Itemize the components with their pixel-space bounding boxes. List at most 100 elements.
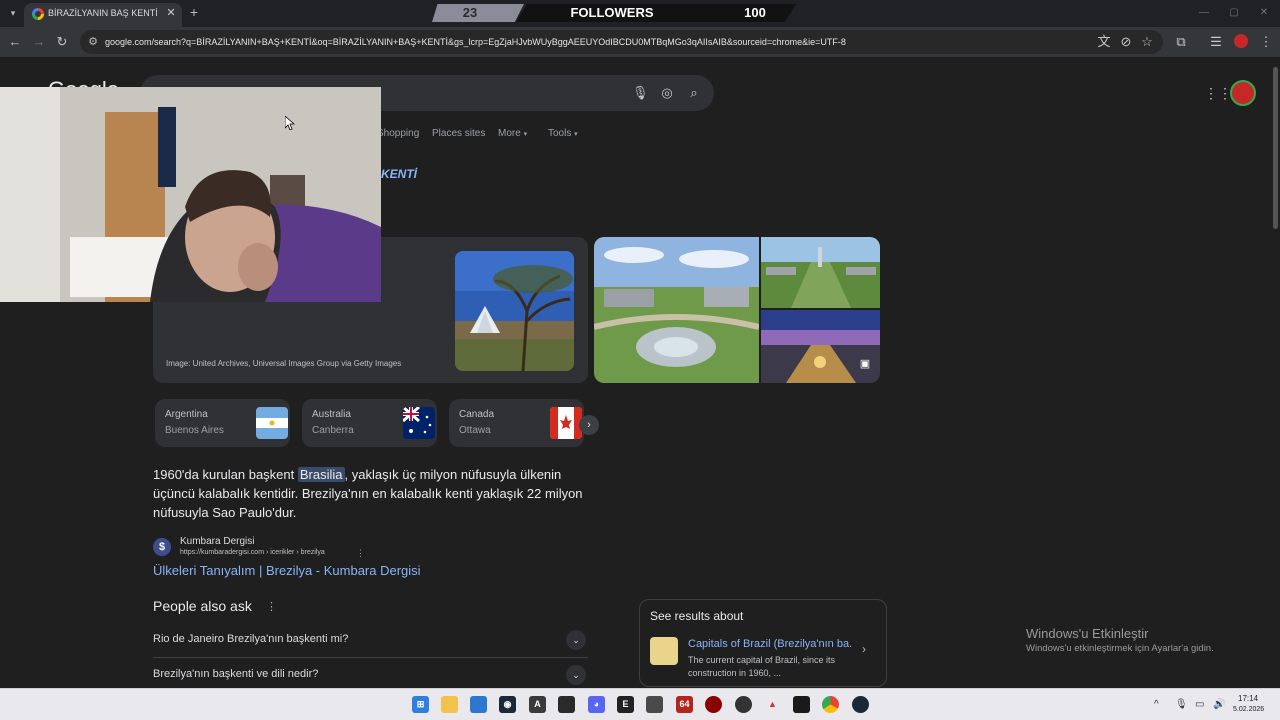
eye-off-icon[interactable]: ⊘ <box>1118 34 1134 50</box>
account-avatar[interactable] <box>1230 80 1256 106</box>
argentina-flag-icon <box>256 407 288 439</box>
chevron-down-icon: ▾ <box>523 131 528 138</box>
paa-question-row[interactable]: Rio de Janeiro Brezilya'nın başkenti mi?… <box>153 623 588 658</box>
reading-list-icon[interactable]: ☰ <box>1208 34 1224 50</box>
webcam-scene <box>0 87 381 302</box>
nvidia-icon[interactable] <box>558 696 575 713</box>
network-icon[interactable]: ▭ <box>1195 699 1204 710</box>
featured-snippet: 1960'da kurulan başkent Brasilia, yaklaş… <box>153 465 593 525</box>
people-also-ask-title: People also ask <box>153 598 252 614</box>
close-window-icon[interactable]: ✕ <box>1256 6 1272 20</box>
tab-shopping[interactable]: Shopping <box>377 127 419 141</box>
minimize-icon[interactable]: — <box>1196 6 1212 20</box>
aerial-illustration <box>594 237 759 383</box>
see-results-about-desc: The current capital of Brazil, since its… <box>688 655 836 678</box>
obs-icon[interactable] <box>735 696 752 713</box>
address-bar[interactable]: ⚙ google.com/search?q=BİRAZİLYANIN+BAŞ+K… <box>80 30 1163 54</box>
windows-activation-subtitle: Windows'u etkinleştirmek için Ayarlar'a … <box>1026 643 1214 654</box>
search-results-page: Google 🎙 ◎ ⌕ ⋮⋮ Shopping Places sites Mo… <box>0 57 1270 688</box>
chip-capital: Ottawa <box>459 425 491 436</box>
reload-icon[interactable]: ↻ <box>54 34 70 50</box>
paa-question: Brezilya'nın başkenti ve dili nedir? <box>153 668 319 680</box>
app-icon[interactable] <box>705 696 722 713</box>
brasilia-aerial-image[interactable] <box>594 237 759 383</box>
tab-close-icon[interactable]: ✕ <box>164 6 178 20</box>
steam-icon[interactable] <box>852 696 869 713</box>
paa-question-row[interactable]: Brezilya'nın başkenti ve dili nedir? ⌄ <box>153 658 588 688</box>
chrome-icon[interactable] <box>822 696 839 713</box>
country-chip-canada[interactable]: Canada Ottawa <box>449 399 584 447</box>
canada-flag-icon <box>550 407 582 439</box>
app-icon[interactable]: A <box>529 696 546 713</box>
mouse-cursor-icon <box>284 115 296 131</box>
back-arrow-icon[interactable]: ← <box>7 34 23 50</box>
forward-arrow-icon[interactable]: → <box>31 34 47 50</box>
lens-camera-icon[interactable]: ◎ <box>659 85 675 101</box>
more-vert-icon[interactable]: ⋮ <box>356 548 365 560</box>
more-vert-icon[interactable]: ⋮ <box>266 600 277 613</box>
url-text[interactable]: google.com/search?q=BİRAZİLYANIN+BAŞ+KEN… <box>105 35 1105 49</box>
app-64-icon[interactable]: 64 <box>676 696 693 713</box>
search-icon[interactable]: ⌕ <box>686 85 702 101</box>
tab-tools-label: Tools <box>548 128 572 139</box>
new-tab-plus-icon[interactable]: + <box>187 5 201 19</box>
clock-time[interactable]: 17:14 <box>1238 694 1258 703</box>
file-explorer-icon[interactable] <box>441 696 458 713</box>
discord-icon[interactable]: ◕ <box>588 696 605 713</box>
bookmark-star-icon[interactable]: ☆ <box>1139 34 1155 50</box>
profile-avatar[interactable] <box>1234 34 1248 48</box>
snippet-text-before: 1960'da kurulan başkent <box>153 467 298 482</box>
capcut-icon[interactable] <box>793 696 810 713</box>
steam-icon[interactable]: ◉ <box>499 696 516 713</box>
tab-more-label: More <box>498 128 521 139</box>
followers-goal-overlay: 23 FOLLOWERS 100 <box>432 4 798 22</box>
source-url[interactable]: https://kumbaradergisi.com › icerikler ›… <box>180 549 325 556</box>
source-favicon-icon: $ <box>153 538 171 556</box>
country-chip-australia[interactable]: Australia Canberra <box>302 399 437 447</box>
result-title-link[interactable]: Ülkeleri Tanıyalım | Brezilya - Kumbara … <box>153 563 421 578</box>
paa-question: Rio de Janeiro Brezilya'nın başkenti mi? <box>153 633 349 645</box>
epic-games-icon[interactable]: E <box>617 696 634 713</box>
chevron-right-icon[interactable]: › <box>579 415 599 435</box>
app-triangle-icon[interactable]: ▲ <box>764 696 781 713</box>
start-windows-icon[interactable]: ⊞ <box>412 696 429 713</box>
tray-chevron-up-icon[interactable]: ^ <box>1154 699 1159 710</box>
browser-toolbar: ← → ↻ ⚙ google.com/search?q=BİRAZİLYANIN… <box>0 27 1280 57</box>
more-images-icon[interactable]: ▣ <box>857 356 873 372</box>
cathedral-image[interactable] <box>455 251 574 371</box>
query-title: KENTİ <box>381 167 417 181</box>
windows-taskbar: ⊞ ◉ A ◕ E 64 ▲ ^ 🎙 ▭ 🔊 17:14 5.02.2026 <box>0 688 1280 720</box>
tab-tools[interactable]: Tools ▾ <box>548 127 578 141</box>
brasilia-axis-image[interactable] <box>761 237 880 308</box>
tab-list-chevron-down-icon[interactable]: ▾ <box>6 6 20 20</box>
brasilia-night-image[interactable]: ▣ <box>761 310 880 383</box>
tab-more[interactable]: More ▾ <box>498 127 527 141</box>
clock-date[interactable]: 5.02.2026 <box>1233 706 1264 713</box>
chip-capital: Buenos Aires <box>165 425 224 436</box>
google-apps-grid-icon[interactable]: ⋮⋮ <box>1204 84 1232 102</box>
scrollbar-thumb[interactable] <box>1273 67 1278 229</box>
chevron-right-icon[interactable]: › <box>862 642 866 656</box>
country-chip-argentina[interactable]: Argentina Buenos Aires <box>155 399 290 447</box>
extensions-icon[interactable]: ⧉ <box>1173 34 1189 50</box>
translate-icon[interactable]: 文 <box>1096 34 1112 50</box>
chevron-down-icon[interactable]: ⌄ <box>566 630 586 650</box>
page-scrollbar[interactable] <box>1270 57 1280 688</box>
chip-country: Canada <box>459 409 495 420</box>
source-name[interactable]: Kumbara Dergisi <box>180 536 254 547</box>
webcam-overlay <box>0 87 381 302</box>
restore-icon[interactable]: ▢ <box>1226 6 1242 20</box>
volume-icon[interactable]: 🔊 <box>1213 699 1225 710</box>
chevron-down-icon[interactable]: ⌄ <box>566 665 586 685</box>
microsoft-store-icon[interactable] <box>470 696 487 713</box>
browser-tab[interactable]: BİRAZİLYANIN BAŞ KENTİ - Goo ✕ <box>24 3 182 27</box>
see-results-about-card[interactable]: See results about Capitals of Brazil (Br… <box>639 599 887 687</box>
followers-label: FOLLOWERS <box>570 5 654 20</box>
site-info-icon[interactable]: ⚙ <box>86 35 100 49</box>
tab-places-sites[interactable]: Places sites <box>432 127 485 141</box>
see-results-about-link[interactable]: Capitals of Brazil (Brezilya'nın ba... <box>688 638 853 650</box>
menu-dots-icon[interactable]: ⋮ <box>1258 34 1274 50</box>
microphone-icon[interactable]: 🎙 <box>1175 699 1188 710</box>
app-icon[interactable] <box>646 696 663 713</box>
microphone-icon[interactable]: 🎙 <box>632 85 649 101</box>
